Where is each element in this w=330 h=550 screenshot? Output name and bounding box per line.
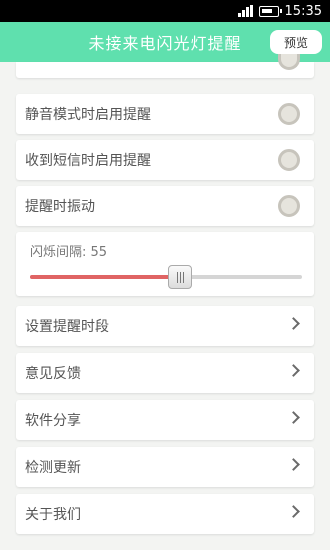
chevron-right-icon xyxy=(287,411,300,424)
menu-label: 软件分享 xyxy=(25,413,81,429)
menu-label: 检测更新 xyxy=(25,460,81,476)
toggle-label: 静音模式时启用提醒 xyxy=(25,107,151,123)
menu-label: 意见反馈 xyxy=(25,366,81,382)
flash-interval-label: 闪烁间隔: 55 xyxy=(30,245,108,260)
toggle-row-sms[interactable]: 收到短信时启用提醒 xyxy=(16,140,314,180)
menu-label: 关于我们 xyxy=(25,507,81,523)
page-title: 未接来电闪光灯提醒 xyxy=(88,34,242,53)
slider-fill xyxy=(30,275,180,279)
status-time: 15:35 xyxy=(284,3,322,19)
menu-item-about[interactable]: 关于我们 xyxy=(16,494,314,534)
preview-button[interactable]: 预览 xyxy=(270,30,322,54)
menu-item-time-range[interactable]: 设置提醒时段 xyxy=(16,306,314,346)
menu-label: 设置提醒时段 xyxy=(25,319,109,335)
radio-icon[interactable] xyxy=(278,103,300,125)
chevron-right-icon xyxy=(287,317,300,330)
toggle-label: 收到短信时启用提醒 xyxy=(25,153,151,169)
radio-icon[interactable] xyxy=(278,195,300,217)
menu-item-update[interactable]: 检测更新 xyxy=(16,447,314,487)
slider-thumb[interactable] xyxy=(168,265,192,289)
flash-interval-card: 闪烁间隔: 55 xyxy=(16,232,314,296)
chevron-right-icon xyxy=(287,364,300,377)
top-partial-row xyxy=(16,54,314,78)
battery-icon xyxy=(258,5,282,17)
menu-item-share[interactable]: 软件分享 xyxy=(16,400,314,440)
flash-interval-slider[interactable] xyxy=(30,265,302,289)
signal-icon xyxy=(237,5,253,17)
status-bar: 15:35 xyxy=(0,0,330,22)
menu-item-feedback[interactable]: 意见反馈 xyxy=(16,353,314,393)
toggle-row-silent[interactable]: 静音模式时启用提醒 xyxy=(16,94,314,134)
toggle-row-vibrate[interactable]: 提醒时振动 xyxy=(16,186,314,226)
radio-icon[interactable] xyxy=(278,54,300,70)
chevron-right-icon xyxy=(287,505,300,518)
radio-icon[interactable] xyxy=(278,149,300,171)
toggle-label: 提醒时振动 xyxy=(25,199,95,215)
chevron-right-icon xyxy=(287,458,300,471)
